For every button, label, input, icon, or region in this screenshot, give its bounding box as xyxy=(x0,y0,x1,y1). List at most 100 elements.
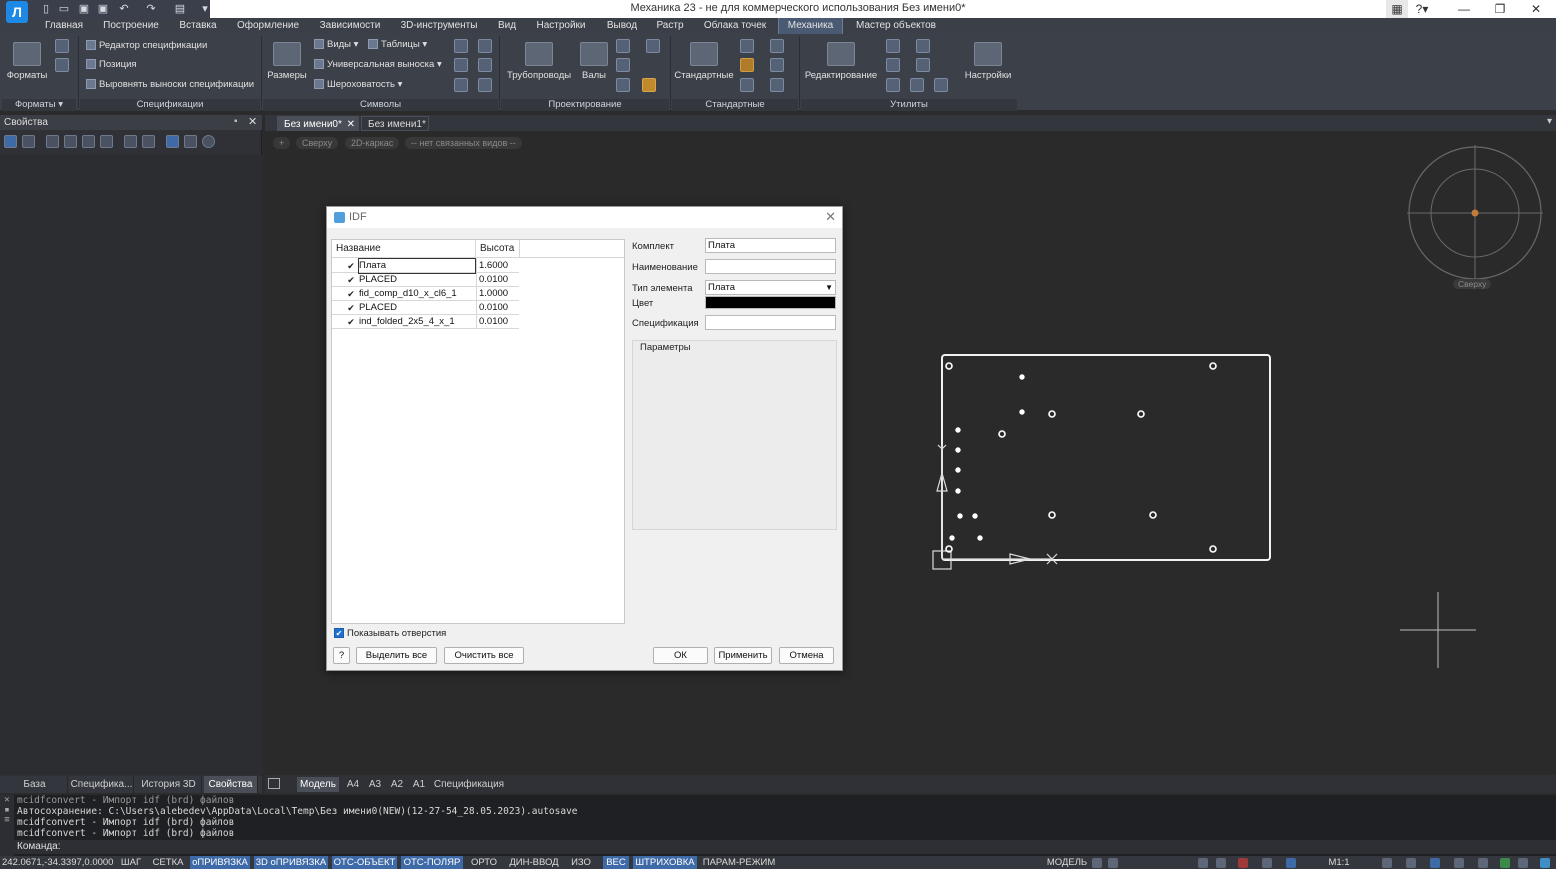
design-tool-icon[interactable] xyxy=(646,39,660,53)
utility-tool-icon[interactable] xyxy=(886,58,900,72)
text-frame-icon[interactable] xyxy=(55,58,69,72)
pickadd-icon[interactable] xyxy=(166,135,179,148)
tab-insert[interactable]: Вставка xyxy=(175,18,221,34)
color-swatch[interactable] xyxy=(705,296,836,309)
group-specs[interactable]: Спецификации xyxy=(80,99,260,111)
isodraft-toggle[interactable]: ИЗО xyxy=(567,856,595,869)
title-block-icon[interactable] xyxy=(55,39,69,53)
tab-view[interactable]: Вид xyxy=(492,18,522,34)
name-field[interactable] xyxy=(705,259,836,274)
minimize-button[interactable]: — xyxy=(1446,0,1482,18)
tab-properties[interactable]: Свойства xyxy=(204,776,258,793)
row-checkbox[interactable]: ✔ xyxy=(346,275,356,285)
utility-tool-icon[interactable] xyxy=(916,39,930,53)
tab-object-wizard[interactable]: Мастер объектов xyxy=(851,18,941,34)
design-tool-icon[interactable] xyxy=(616,78,630,92)
row-name[interactable]: ind_folded_2x5_4_x_1 xyxy=(359,315,475,329)
doc-tab[interactable]: Без имени1* xyxy=(361,116,429,131)
group-design[interactable]: Проектирование xyxy=(501,99,669,111)
row-checkbox[interactable]: ✔ xyxy=(346,261,356,271)
object-tracking-toggle[interactable]: ОТС-ОБЪЕКТ xyxy=(332,856,397,869)
tab-constraints[interactable]: Зависимости xyxy=(315,18,385,34)
tab-3d-history[interactable]: История 3D ... xyxy=(136,776,202,807)
orbit-icon[interactable] xyxy=(1478,858,1488,868)
workspace-icon[interactable] xyxy=(1518,858,1528,868)
tabs-menu-icon[interactable]: ▾ xyxy=(1547,116,1552,127)
tab-element-base[interactable]: База элемен... xyxy=(2,776,68,807)
tab-output[interactable]: Вывод xyxy=(601,18,643,34)
layout-list-icon[interactable] xyxy=(268,778,280,789)
row-height[interactable]: 1.6000 xyxy=(476,259,519,273)
group-symbols[interactable]: Символы xyxy=(263,99,498,111)
table-row[interactable]: ✔ fid_comp_d10_x_cl6_1 1.0000 xyxy=(332,287,519,301)
ruler-icon[interactable] xyxy=(642,78,656,92)
command-window-handle[interactable]: ✕ ▪ ≡ xyxy=(0,795,14,856)
help-circle-icon[interactable] xyxy=(202,135,215,148)
fullscreen-icon[interactable] xyxy=(1540,858,1550,868)
symbol-tool-icon[interactable] xyxy=(454,78,468,92)
command-input[interactable]: Команда: xyxy=(14,840,1556,854)
apply-button[interactable]: Применить xyxy=(714,647,772,664)
utility-tool-icon[interactable] xyxy=(886,78,900,92)
polar-tracking-toggle[interactable]: ОТС-ПОЛЯР xyxy=(401,856,463,869)
hatch-toggle[interactable]: ШТРИХОВКА xyxy=(633,856,697,869)
utility-tool-icon[interactable] xyxy=(916,58,930,72)
layout-tab-model[interactable]: Модель xyxy=(297,777,339,792)
utility-tool-icon[interactable] xyxy=(934,78,948,92)
set-field[interactable]: Плата xyxy=(705,238,836,253)
symbol-tool-icon[interactable] xyxy=(478,78,492,92)
views-button[interactable]: Виды ▾ xyxy=(314,39,358,50)
column-header-name[interactable]: Название xyxy=(332,240,476,258)
editing-button[interactable]: Редактирование xyxy=(804,42,878,81)
clear-all-button[interactable]: Очистить все xyxy=(444,647,524,664)
deselect-icon[interactable] xyxy=(184,135,197,148)
board-outline[interactable] xyxy=(941,354,1271,561)
annotation-icon[interactable] xyxy=(1198,858,1208,868)
snap-toggle[interactable]: ШАГ xyxy=(118,856,144,869)
viewcube[interactable] xyxy=(1407,145,1543,281)
symbol-tool-icon[interactable] xyxy=(478,58,492,72)
table-row[interactable]: ✔ PLACED 0.0100 xyxy=(332,301,519,315)
ok-button[interactable]: ОК xyxy=(653,647,708,664)
symbol-tool-icon[interactable] xyxy=(478,39,492,53)
cancel-button[interactable]: Отмена xyxy=(779,647,834,664)
osnap-toggle[interactable]: оПРИВЯЗКА xyxy=(190,856,250,869)
showmotion-icon[interactable] xyxy=(1454,858,1464,868)
3d-osnap-toggle[interactable]: 3D оПРИВЯЗКА xyxy=(254,856,328,869)
spec-editor-button[interactable]: Редактор спецификации xyxy=(86,40,207,51)
pin-icon[interactable]: ▪ xyxy=(234,116,238,127)
parametric-mode-toggle[interactable]: ПАРАМ-РЕЖИМ xyxy=(701,856,777,869)
coordinates-readout[interactable]: 242.0671,-34.3397,0.0000 xyxy=(2,856,113,869)
tab-annotate[interactable]: Оформление xyxy=(233,18,303,34)
utility-tool-icon[interactable] xyxy=(886,39,900,53)
select-similar-icon[interactable] xyxy=(64,135,77,148)
ortho-toggle[interactable]: ОРТО xyxy=(468,856,500,869)
row-name[interactable]: Плата xyxy=(358,258,476,274)
tab-point-clouds[interactable]: Облака точек xyxy=(697,18,773,34)
table-row[interactable]: ✔ PLACED 0.0100 xyxy=(332,273,519,287)
standard-button[interactable]: Стандартные xyxy=(674,42,734,81)
close-button[interactable]: ✕ xyxy=(1518,0,1554,18)
symbol-tool-icon[interactable] xyxy=(454,39,468,53)
annotation-scale[interactable]: М1:1 xyxy=(1324,856,1354,869)
tab-home[interactable]: Главная xyxy=(40,18,88,34)
standard-tool-icon[interactable] xyxy=(770,58,784,72)
layout-tab-a1[interactable]: A1 xyxy=(409,777,429,792)
viewport-icon[interactable] xyxy=(1092,858,1102,868)
row-checkbox[interactable]: ✔ xyxy=(346,303,356,313)
sync-icon[interactable] xyxy=(1500,858,1510,868)
dynamic-input-toggle[interactable]: ДИН-ВВОД xyxy=(507,856,561,869)
layout-tab-a4[interactable]: A4 xyxy=(343,777,363,792)
cursor-icon[interactable] xyxy=(1262,858,1272,868)
close-palette-icon[interactable]: ✕ xyxy=(248,115,257,128)
pointer-icon[interactable] xyxy=(22,135,35,148)
layout-tab-a2[interactable]: A2 xyxy=(387,777,407,792)
table-row[interactable]: ✔ Плата 1.6000 xyxy=(332,258,519,274)
tab-settings[interactable]: Настройки xyxy=(531,18,591,34)
standard-tool-icon[interactable] xyxy=(740,58,754,72)
tab-3d-tools[interactable]: 3D-инструменты xyxy=(396,18,482,34)
pan-hand-icon[interactable] xyxy=(1382,858,1392,868)
column-header-height[interactable]: Высота xyxy=(476,240,520,258)
table-row[interactable]: ✔ ind_folded_2x5_4_x_1 0.0100 xyxy=(332,315,519,329)
standard-tool-icon[interactable] xyxy=(770,39,784,53)
